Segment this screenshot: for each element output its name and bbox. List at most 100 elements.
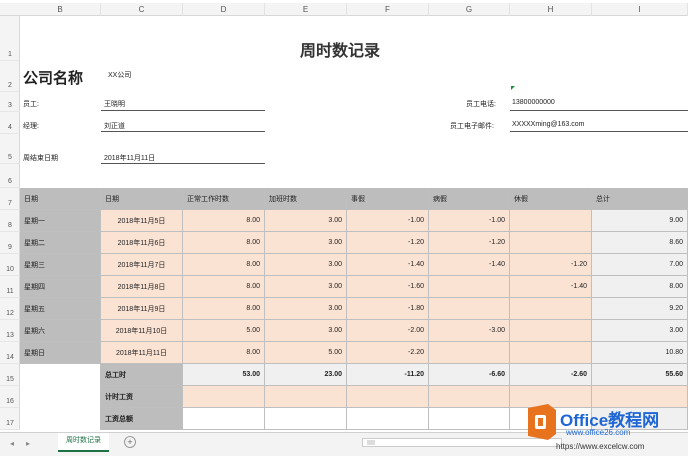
sick-leave-cell[interactable]: -1.20	[429, 232, 510, 254]
column-header-g[interactable]: G	[429, 3, 510, 16]
overtime-hours-cell[interactable]: 3.00	[265, 254, 347, 276]
wage-label[interactable]: 计时工资	[101, 386, 183, 408]
day-cell[interactable]: 星期六	[20, 320, 101, 342]
total-wage-cell[interactable]	[183, 408, 265, 430]
sick-leave-cell[interactable]: -1.00	[429, 210, 510, 232]
overtime-hours-cell[interactable]: 3.00	[265, 298, 347, 320]
row-header-13[interactable]: 13	[0, 320, 20, 342]
total-wage-cell[interactable]	[429, 408, 510, 430]
header-vacation[interactable]: 休假	[510, 188, 592, 210]
total-wage-cell[interactable]	[265, 408, 347, 430]
regular-hours-cell[interactable]: 8.00	[183, 210, 265, 232]
total-cell[interactable]: 9.20	[592, 298, 688, 320]
total-cell[interactable]: 8.00	[592, 276, 688, 298]
scrollbar-thumb[interactable]	[367, 440, 375, 445]
vacation-cell[interactable]	[510, 342, 592, 364]
wage-input-cell[interactable]	[429, 386, 510, 408]
date-cell[interactable]: 2018年11月10日	[101, 320, 183, 342]
scroll-left-icon[interactable]: ◂	[10, 439, 14, 448]
day-cell[interactable]: 星期日	[20, 342, 101, 364]
row-header-10[interactable]: 10	[0, 254, 20, 276]
sick-leave-cell[interactable]	[429, 298, 510, 320]
overtime-hours-cell[interactable]: 3.00	[265, 320, 347, 342]
totals-label[interactable]: 总工时	[101, 364, 183, 386]
row-header-15[interactable]: 15	[0, 364, 20, 386]
personal-leave-cell[interactable]: -1.40	[347, 254, 429, 276]
column-header-c[interactable]: C	[101, 3, 183, 16]
date-cell[interactable]: 2018年11月11日	[101, 342, 183, 364]
row-header-8[interactable]: 8	[0, 210, 20, 232]
vacation-cell[interactable]	[510, 210, 592, 232]
header-personal-leave[interactable]: 事假	[347, 188, 429, 210]
header-total[interactable]: 总计	[592, 188, 688, 210]
row-header-11[interactable]: 11	[0, 276, 20, 298]
column-header-f[interactable]: F	[347, 3, 429, 16]
personal-leave-cell[interactable]: -2.00	[347, 320, 429, 342]
header-day[interactable]: 日期	[20, 188, 101, 210]
total-cell[interactable]: 3.00	[592, 320, 688, 342]
day-cell[interactable]: 星期四	[20, 276, 101, 298]
employee-value[interactable]: 王晓明	[104, 99, 125, 109]
row-header-12[interactable]: 12	[0, 298, 20, 320]
personal-leave-cell[interactable]: -1.80	[347, 298, 429, 320]
row-header-3[interactable]: 3	[0, 92, 20, 112]
row-header-5[interactable]: 5	[0, 134, 20, 164]
total-wage-label[interactable]: 工资总额	[101, 408, 183, 430]
regular-hours-cell[interactable]: 8.00	[183, 276, 265, 298]
row-header-6[interactable]: 6	[0, 164, 20, 188]
row-header-17[interactable]: 17	[0, 408, 20, 430]
sick-leave-cell[interactable]: -3.00	[429, 320, 510, 342]
row-header-14[interactable]: 14	[0, 342, 20, 364]
wage-input-cell[interactable]	[347, 386, 429, 408]
vacation-cell[interactable]: -1.20	[510, 254, 592, 276]
totals-personal-leave[interactable]: -11.20	[347, 364, 429, 386]
company-value[interactable]: XX公司	[108, 70, 131, 80]
total-cell[interactable]: 7.00	[592, 254, 688, 276]
vacation-cell[interactable]	[510, 232, 592, 254]
column-header-d[interactable]: D	[183, 3, 265, 16]
date-cell[interactable]: 2018年11月6日	[101, 232, 183, 254]
email-value[interactable]: XXXXXming@163.com	[512, 121, 584, 128]
personal-leave-cell[interactable]: -1.60	[347, 276, 429, 298]
regular-hours-cell[interactable]: 8.00	[183, 298, 265, 320]
totals-sick-leave[interactable]: -6.60	[429, 364, 510, 386]
sheet-tab-active[interactable]: 周时数记录	[58, 433, 109, 452]
week-end-value[interactable]: 2018年11月11日	[104, 153, 155, 163]
date-cell[interactable]: 2018年11月9日	[101, 298, 183, 320]
total-cell[interactable]: 9.00	[592, 210, 688, 232]
regular-hours-cell[interactable]: 8.00	[183, 232, 265, 254]
header-date[interactable]: 日期	[101, 188, 183, 210]
row-header-16[interactable]: 16	[0, 386, 20, 408]
wage-input-cell[interactable]	[265, 386, 347, 408]
wage-input-cell[interactable]	[592, 386, 688, 408]
day-cell[interactable]: 星期二	[20, 232, 101, 254]
row-header-4[interactable]: 4	[0, 112, 20, 134]
date-cell[interactable]: 2018年11月5日	[101, 210, 183, 232]
sick-leave-cell[interactable]	[429, 276, 510, 298]
total-cell[interactable]: 10.80	[592, 342, 688, 364]
date-cell[interactable]: 2018年11月7日	[101, 254, 183, 276]
column-header-b[interactable]: B	[20, 3, 101, 16]
sick-leave-cell[interactable]	[429, 342, 510, 364]
totals-total[interactable]: 55.60	[592, 364, 688, 386]
wage-input-cell[interactable]	[183, 386, 265, 408]
personal-leave-cell[interactable]: -2.20	[347, 342, 429, 364]
column-header-e[interactable]: E	[265, 3, 347, 16]
overtime-hours-cell[interactable]: 3.00	[265, 276, 347, 298]
header-overtime-hours[interactable]: 加班时数	[265, 188, 347, 210]
add-sheet-button[interactable]: +	[124, 436, 136, 448]
row-header-2[interactable]: 2	[0, 61, 20, 92]
vacation-cell[interactable]	[510, 320, 592, 342]
overtime-hours-cell[interactable]: 3.00	[265, 210, 347, 232]
blank-cell[interactable]	[20, 364, 101, 430]
header-sick-leave[interactable]: 病假	[429, 188, 510, 210]
day-cell[interactable]: 星期五	[20, 298, 101, 320]
overtime-hours-cell[interactable]: 3.00	[265, 232, 347, 254]
total-cell[interactable]: 8.60	[592, 232, 688, 254]
day-cell[interactable]: 星期一	[20, 210, 101, 232]
personal-leave-cell[interactable]: -1.00	[347, 210, 429, 232]
header-regular-hours[interactable]: 正常工作时数	[183, 188, 265, 210]
date-cell[interactable]: 2018年11月8日	[101, 276, 183, 298]
personal-leave-cell[interactable]: -1.20	[347, 232, 429, 254]
manager-value[interactable]: 刘正道	[104, 121, 125, 131]
